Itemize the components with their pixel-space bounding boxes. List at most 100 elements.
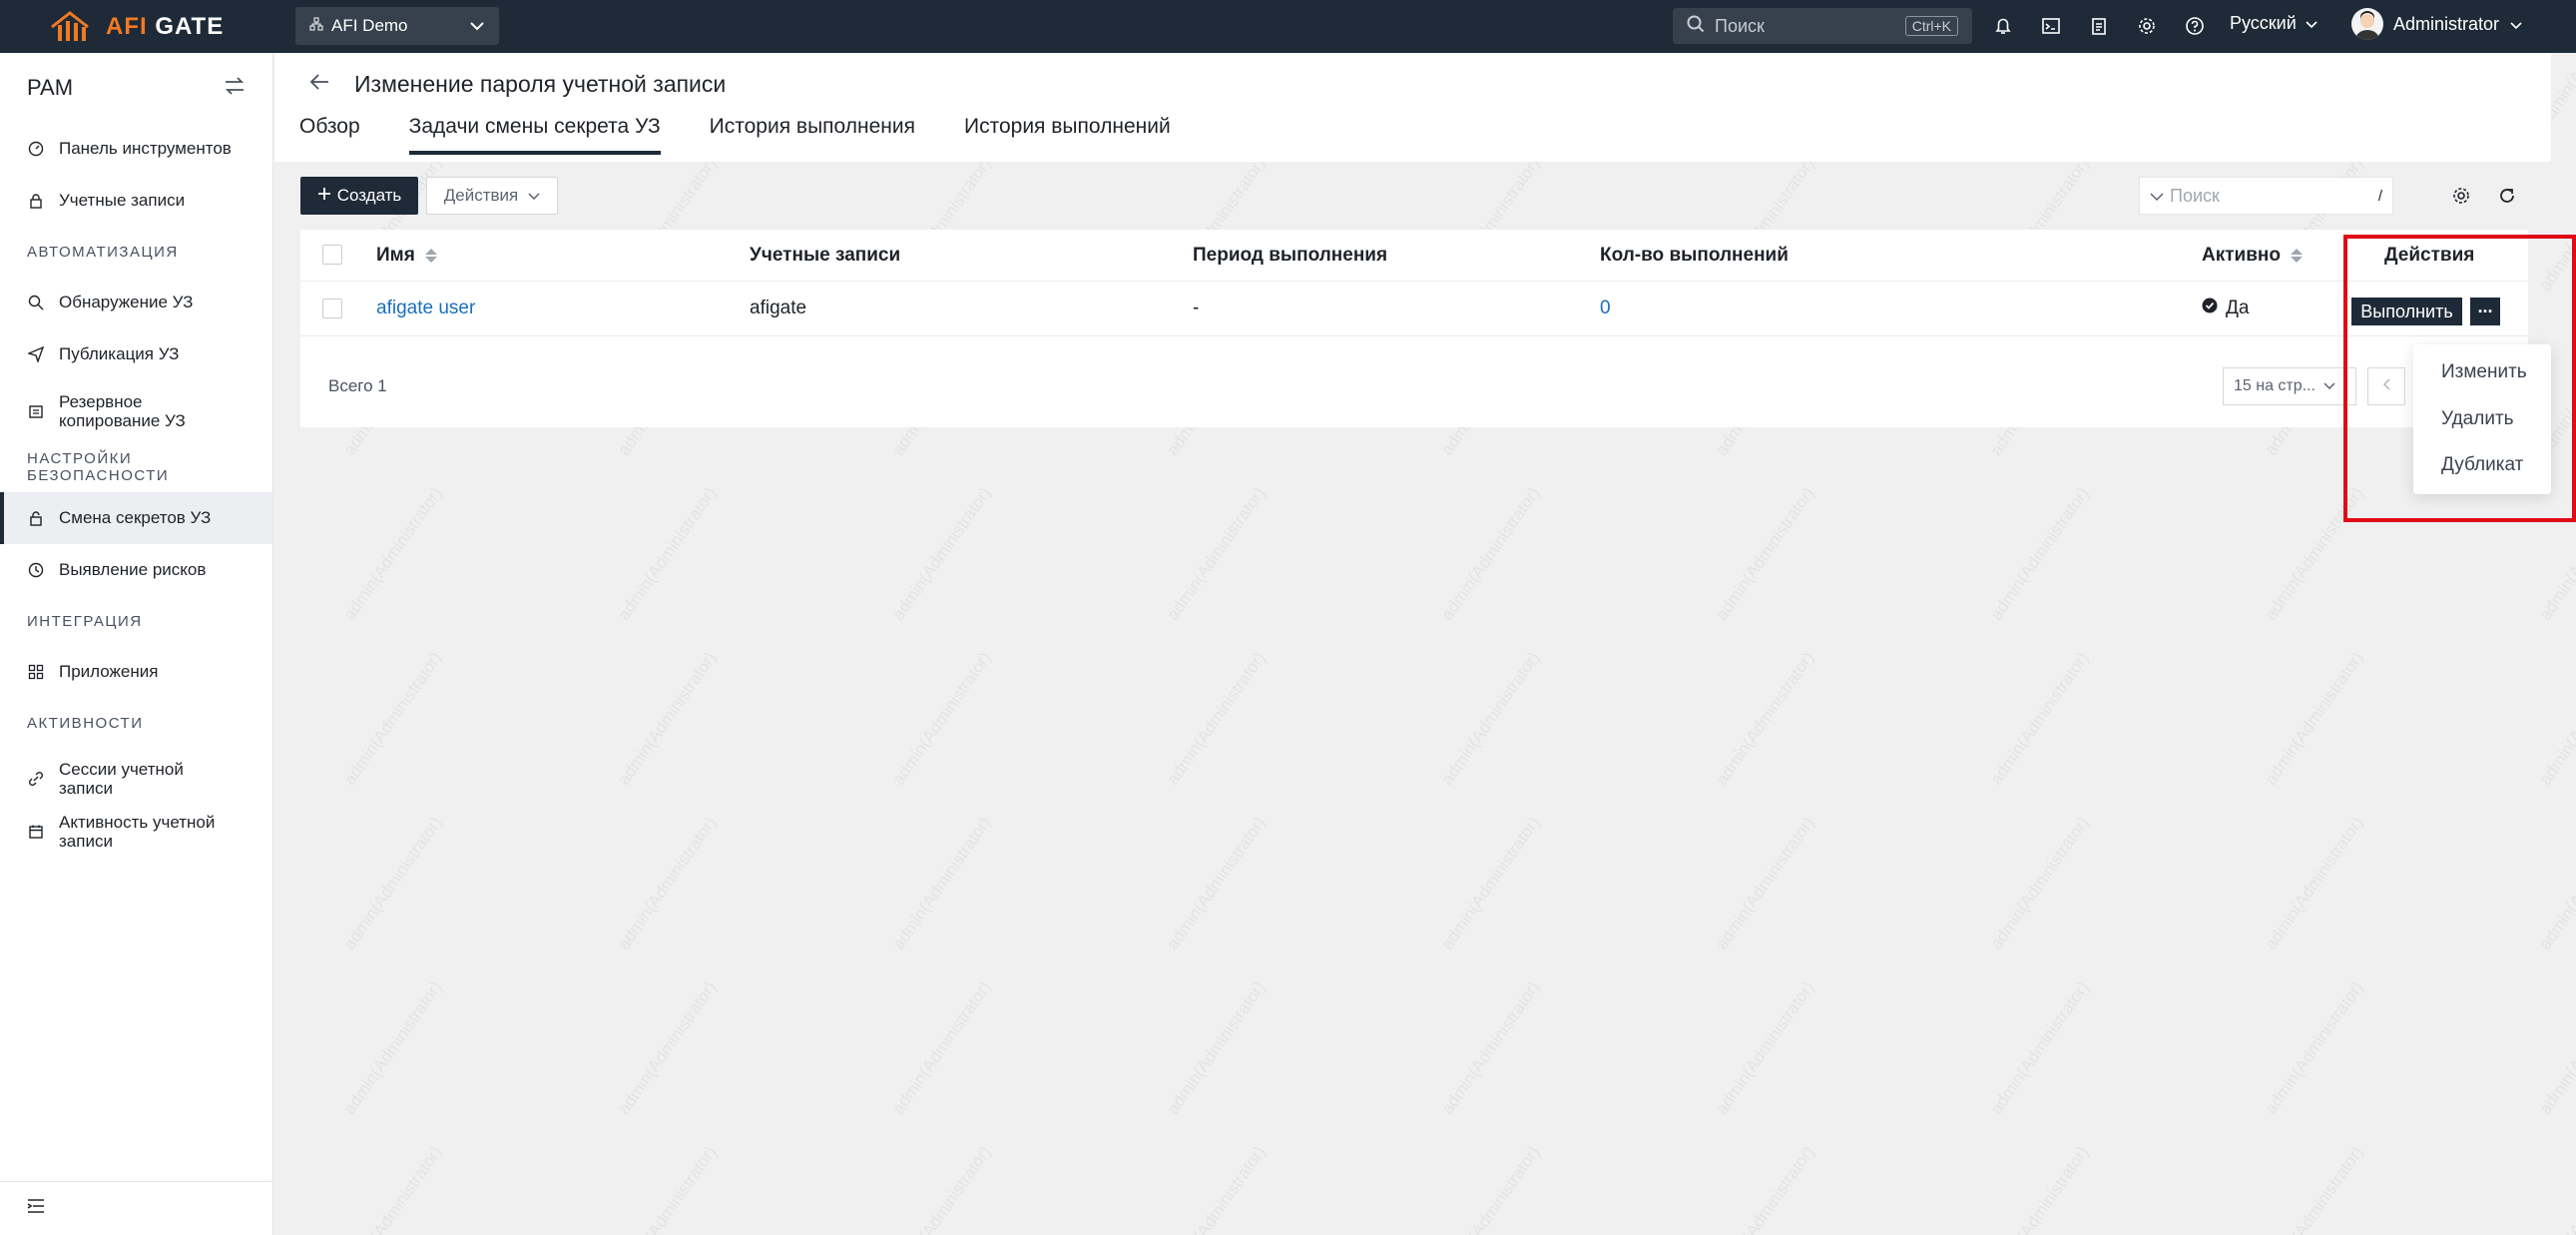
watermark-text: admin(Administrator) bbox=[2535, 483, 2576, 624]
sidebar-item-label: Панель инструментов bbox=[59, 139, 232, 158]
watermark-text: admin(Administrator) bbox=[1712, 1142, 1818, 1235]
menu-item-delete[interactable]: Удалить bbox=[2441, 408, 2514, 430]
watermark-text: admin(Administrator) bbox=[614, 1142, 721, 1235]
watermark-text: admin(Administrator) bbox=[2261, 1142, 2367, 1235]
sidebar-item-dashboard[interactable]: Панель инструментов bbox=[0, 123, 272, 175]
sidebar-item-discovery[interactable]: Обнаружение УЗ bbox=[0, 277, 272, 328]
column-header-active[interactable]: Активно bbox=[2202, 245, 2303, 267]
link-icon bbox=[27, 770, 45, 788]
total-count: Всего 1 bbox=[328, 376, 387, 395]
chevron-down-icon bbox=[2509, 14, 2523, 35]
watermark-text: admin(Administrator) bbox=[2535, 154, 2576, 295]
watermark-text: admin(Administrator) bbox=[2535, 1142, 2576, 1235]
row-actions-menu: Изменить Удалить Дубликат bbox=[2413, 344, 2551, 494]
watermark-text: admin(Administrator) bbox=[339, 648, 446, 789]
select-all-checkbox[interactable] bbox=[322, 245, 342, 265]
execution-count-link[interactable]: 0 bbox=[1600, 298, 1611, 319]
menu-item-duplicate[interactable]: Дубликат bbox=[2441, 454, 2523, 476]
sidebar-item-label: Резервное копирование УЗ bbox=[59, 392, 186, 430]
column-header-name[interactable]: Имя bbox=[376, 245, 437, 267]
sidebar-item-accounts[interactable]: Учетные записи bbox=[0, 175, 272, 227]
tab-bar: Обзор Задачи смены секрета УЗ История вы… bbox=[299, 115, 1171, 155]
more-actions-button[interactable]: ··· bbox=[2470, 298, 2500, 325]
help-icon[interactable] bbox=[2181, 12, 2209, 40]
watermark-text: admin(Administrator) bbox=[1712, 483, 1818, 624]
run-button[interactable]: Выполнить bbox=[2351, 298, 2462, 325]
sidebar-item-label: Выявление рисков bbox=[59, 560, 207, 579]
search-shortcut: Ctrl+K bbox=[1904, 16, 1958, 36]
watermark-text: admin(Administrator) bbox=[2261, 648, 2367, 789]
tenant-selector[interactable]: AFI Demo bbox=[295, 7, 499, 45]
avatar bbox=[2351, 8, 2383, 40]
prev-page-button[interactable] bbox=[2367, 367, 2405, 405]
sidebar-item-apps[interactable]: Приложения bbox=[0, 646, 272, 698]
column-header-period: Период выполнения bbox=[1193, 245, 1388, 266]
watermark-text: admin(Administrator) bbox=[614, 483, 721, 624]
sidebar-section-title: АВТОМАТИЗАЦИЯ bbox=[27, 243, 179, 261]
bell-icon[interactable] bbox=[1989, 12, 2017, 40]
org-icon bbox=[309, 16, 323, 36]
actions-dropdown[interactable]: Действия bbox=[426, 177, 558, 215]
calendar-icon bbox=[27, 823, 45, 841]
watermark-text: admin(Administrator) bbox=[1163, 813, 1270, 953]
plus-icon bbox=[317, 186, 331, 206]
watermark-text: admin(Administrator) bbox=[1163, 977, 1270, 1118]
page-header: Изменение пароля учетной записи Обзор За… bbox=[274, 53, 2551, 162]
sidebar-item-publication[interactable]: Публикация УЗ bbox=[0, 328, 272, 380]
terminal-icon[interactable] bbox=[2037, 12, 2065, 40]
create-label: Создать bbox=[336, 186, 402, 205]
lock-icon bbox=[27, 192, 45, 210]
sidebar-item-label: Сессии учетной записи bbox=[59, 760, 184, 798]
watermark-text: admin(Administrator) bbox=[1437, 648, 1544, 789]
column-header-count: Кол-во выполнений bbox=[1600, 245, 1789, 266]
watermark-text: admin(Administrator) bbox=[339, 483, 446, 624]
cell-accounts: afigate bbox=[750, 298, 807, 318]
language-selector[interactable]: Русский bbox=[2230, 13, 2318, 34]
user-menu[interactable]: Administrator bbox=[2351, 8, 2523, 40]
clipboard-icon[interactable] bbox=[2085, 12, 2113, 40]
row-checkbox[interactable] bbox=[322, 299, 342, 318]
refresh-icon[interactable] bbox=[2495, 184, 2519, 208]
swap-icon[interactable] bbox=[224, 76, 246, 101]
settings-icon[interactable] bbox=[2133, 12, 2161, 40]
watermark-text: admin(Administrator) bbox=[1986, 977, 2093, 1118]
watermark-text: admin(Administrator) bbox=[1712, 813, 1818, 953]
sidebar-item-secret-change[interactable]: Смена секретов УЗ bbox=[0, 492, 272, 544]
page-size-select[interactable]: 15 на стр... bbox=[2223, 367, 2356, 405]
column-settings-icon[interactable] bbox=[2449, 184, 2473, 208]
sidebar-item-sessions[interactable]: Сессии учетной записи bbox=[0, 748, 272, 810]
watermark-text: admin(Administrator) bbox=[614, 648, 721, 789]
chevron-down-icon bbox=[528, 186, 540, 206]
sidebar-footer bbox=[0, 1181, 273, 1235]
create-button[interactable]: Создать bbox=[300, 177, 418, 215]
task-name-link[interactable]: afigate user bbox=[376, 298, 475, 319]
watermark-text: admin(Administrator) bbox=[614, 813, 721, 953]
tab-executions-history[interactable]: История выполнений bbox=[964, 115, 1171, 155]
watermark-text: admin(Administrator) bbox=[1986, 1142, 2093, 1235]
watermark-text: admin(Administrator) bbox=[339, 813, 446, 953]
chevron-down-icon[interactable] bbox=[2150, 186, 2164, 207]
watermark-text: admin(Administrator) bbox=[1712, 977, 1818, 1118]
watermark-text: admin(Administrator) bbox=[1986, 813, 2093, 953]
global-search[interactable]: Поиск Ctrl+K bbox=[1673, 8, 1972, 44]
collapse-menu-icon[interactable] bbox=[27, 1198, 45, 1219]
tab-execution-history[interactable]: История выполнения bbox=[710, 115, 915, 155]
back-arrow-icon[interactable] bbox=[309, 73, 329, 96]
top-bar: AFI GATE AFI Demo Поиск Ctrl+K Русский A… bbox=[0, 0, 2576, 53]
tasks-table: Имя Учетные записи Период выполнения Кол… bbox=[300, 230, 2528, 427]
table-search-input[interactable]: Поиск / bbox=[2139, 177, 2393, 215]
watermark-text: admin(Administrator) bbox=[1437, 483, 1544, 624]
menu-item-edit[interactable]: Изменить bbox=[2441, 361, 2527, 383]
watermark-text: admin(Administrator) bbox=[1437, 977, 1544, 1118]
app-logo[interactable]: AFI GATE bbox=[50, 10, 224, 43]
sidebar-item-activity[interactable]: Активность учетной записи bbox=[0, 810, 272, 854]
sidebar-item-label: Учетные записи bbox=[59, 191, 186, 210]
tab-secret-tasks[interactable]: Задачи смены секрета УЗ bbox=[408, 115, 661, 155]
tab-overview[interactable]: Обзор bbox=[299, 115, 360, 155]
sidebar-item-risks[interactable]: Выявление рисков bbox=[0, 544, 272, 596]
sidebar-item-label: Публикация УЗ bbox=[59, 344, 180, 363]
send-icon bbox=[27, 345, 45, 363]
watermark-text: admin(Administrator) bbox=[2261, 483, 2367, 624]
sort-icon bbox=[424, 249, 437, 263]
sidebar-item-backup[interactable]: Резервное копирование УЗ bbox=[0, 380, 272, 442]
